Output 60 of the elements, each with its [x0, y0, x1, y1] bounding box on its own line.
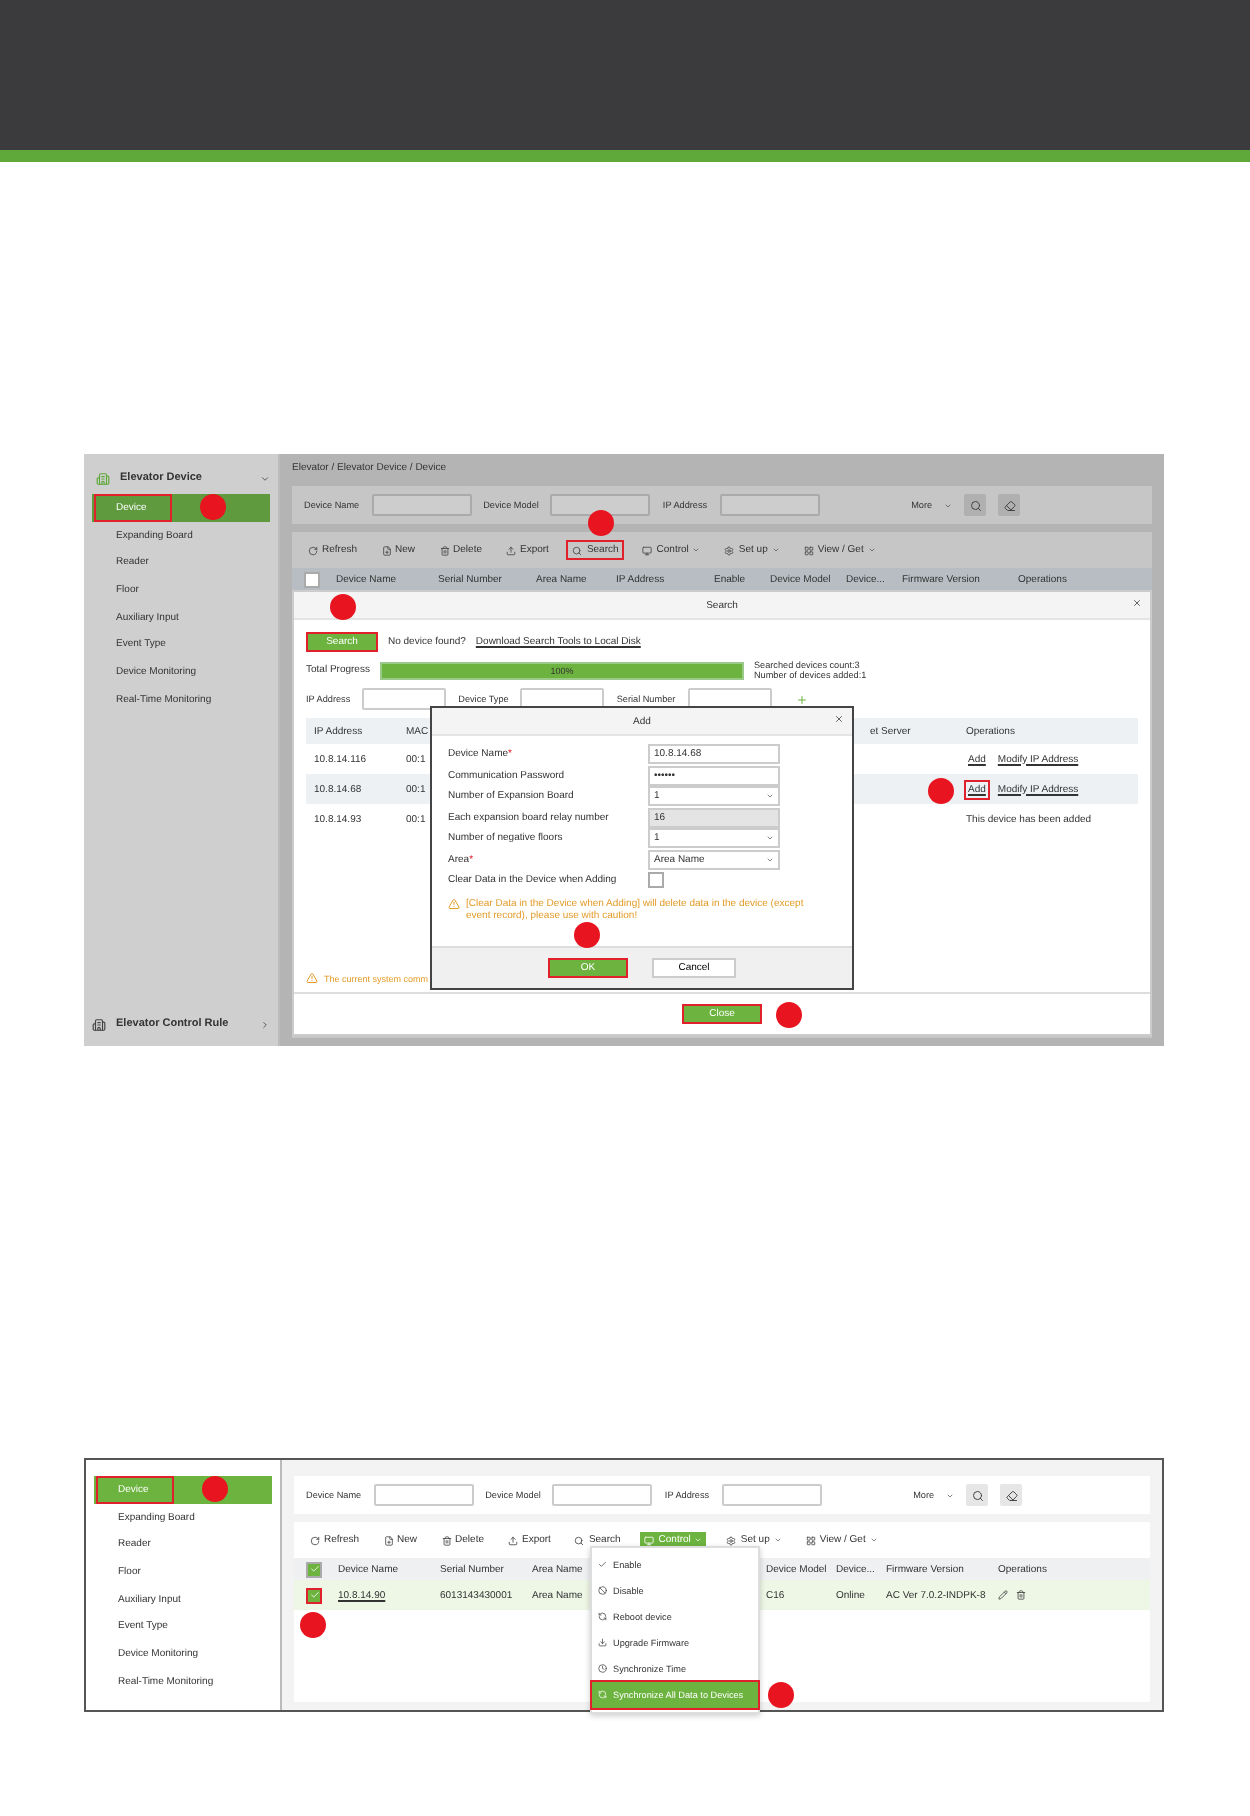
chevron-icon: [260, 473, 270, 483]
module-icon: [96, 471, 110, 485]
marker-dot: [300, 1611, 326, 1637]
filter-field[interactable]: [373, 1484, 474, 1506]
sync-icon: [598, 1690, 607, 1700]
monitor-icon: [642, 545, 653, 555]
clock-icon: [598, 1664, 607, 1674]
refresh-icon: [308, 545, 318, 555]
gear-icon: [724, 545, 735, 555]
eraser-icon: [1003, 499, 1016, 511]
filter-field[interactable]: [719, 494, 820, 516]
marker-dot: [574, 922, 600, 948]
search-icon: [971, 1489, 984, 1501]
search-button[interactable]: [966, 1484, 989, 1506]
search-button[interactable]: [964, 494, 987, 516]
checkbox[interactable]: [304, 571, 320, 587]
add-icon: [795, 693, 808, 705]
grid-icon: [805, 1535, 816, 1545]
clear-button[interactable]: [1000, 1484, 1023, 1506]
check-icon: [598, 1560, 607, 1570]
new-icon: [383, 1535, 394, 1545]
warning-icon: [306, 972, 318, 984]
checkbox[interactable]: [306, 1561, 322, 1577]
clear-button[interactable]: [998, 494, 1021, 516]
delete-button[interactable]: [1016, 1590, 1026, 1600]
filter-field[interactable]: [721, 1484, 822, 1506]
refresh-icon: [310, 1535, 320, 1545]
checkbox[interactable]: [648, 872, 664, 889]
trash-icon: [1016, 1590, 1026, 1600]
marker-dot: [588, 510, 615, 536]
filter-field[interactable]: [550, 494, 651, 516]
search-icon: [574, 1535, 585, 1545]
warning-icon: [448, 897, 460, 909]
marker-dot: [202, 1476, 228, 1503]
new-icon: [381, 545, 392, 555]
filter-field[interactable]: [371, 494, 472, 516]
upload-icon: [507, 1535, 518, 1545]
filter-field[interactable]: [552, 1484, 653, 1506]
gear-icon: [726, 1535, 737, 1545]
marker-dot: [776, 1002, 802, 1028]
upgrade-icon: [598, 1638, 607, 1648]
checkbox[interactable]: [306, 1587, 322, 1603]
trash-icon: [441, 1535, 452, 1545]
search-icon: [572, 545, 583, 555]
edit-button[interactable]: [998, 1590, 1008, 1600]
check-icon: [309, 1564, 319, 1574]
marker-dot: [928, 777, 954, 803]
search-icon: [969, 499, 982, 511]
check-icon: [309, 1590, 319, 1600]
trash-icon: [439, 545, 450, 555]
marker-dot: [200, 494, 226, 521]
upload-icon: [505, 545, 516, 555]
grid-icon: [803, 545, 814, 555]
chevron-icon: [260, 1019, 270, 1029]
filter-field[interactable]: [362, 688, 447, 710]
eraser-icon: [1005, 1489, 1018, 1501]
module-icon: [92, 1017, 106, 1031]
reboot-icon: [598, 1612, 607, 1622]
pencil-icon: [998, 1590, 1008, 1600]
disable-icon: [598, 1586, 607, 1596]
